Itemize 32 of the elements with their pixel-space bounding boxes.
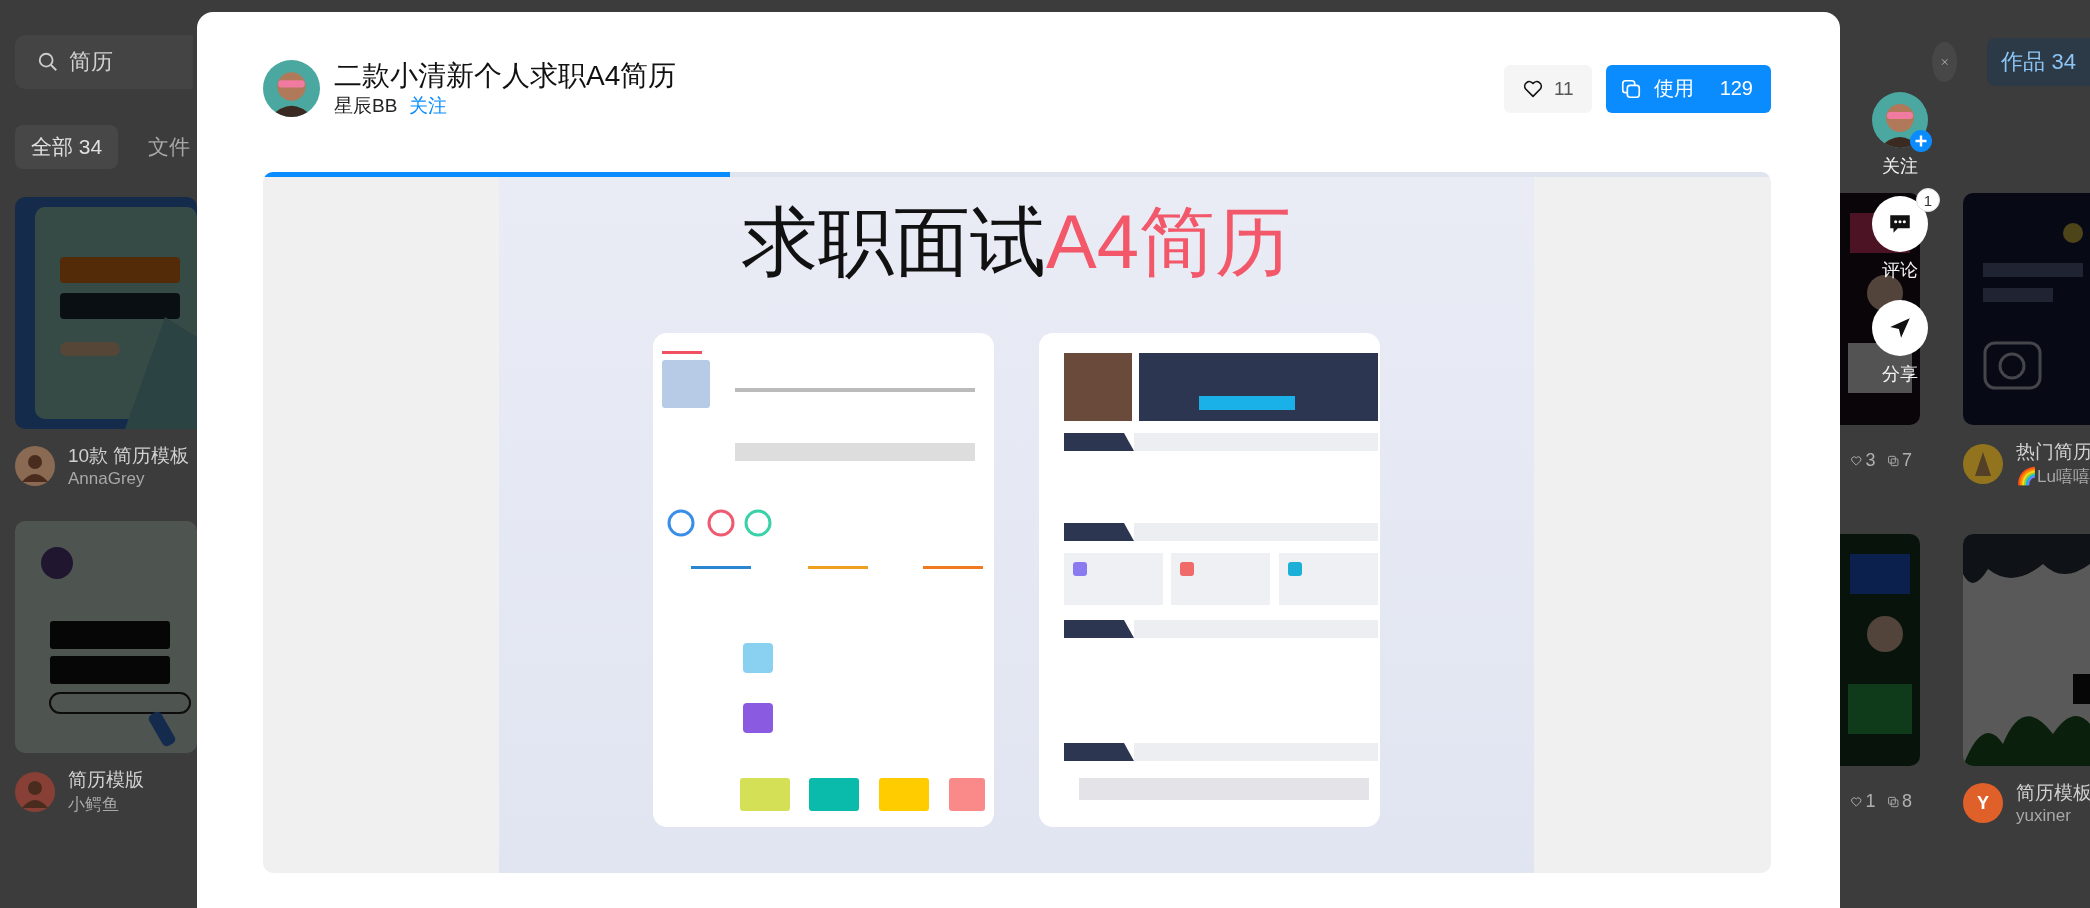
card-author[interactable]: yuxiner: [2016, 806, 2090, 826]
preview-headline: 求职面试A4简历: [742, 198, 1291, 286]
like-count: 1: [1865, 791, 1876, 812]
card-author[interactable]: 🌈Lu嘻嘻: [2016, 465, 2090, 488]
copy-count: 8: [1902, 791, 1912, 812]
comment-label[interactable]: 评论: [1882, 258, 1918, 282]
follow-label[interactable]: 关注: [1882, 154, 1918, 178]
avatar: [263, 60, 320, 117]
avatar: [1963, 443, 2003, 484]
work-title: 二款小清新个人求职A4简历: [334, 58, 678, 93]
avatar: Y: [1963, 783, 2003, 823]
copy-count: 7: [1902, 450, 1912, 471]
search-icon: [37, 51, 59, 73]
like-button[interactable]: 11: [1503, 64, 1592, 113]
filter-tab[interactable]: 全部 34: [15, 125, 119, 169]
works-tab[interactable]: 作品 34: [1987, 38, 2090, 86]
card-title[interactable]: 10款 简历模板: [68, 443, 190, 469]
like-count: 3: [1865, 450, 1876, 471]
plus-icon[interactable]: [1910, 130, 1932, 152]
card-author[interactable]: 小鳄鱼: [68, 793, 144, 816]
search-field[interactable]: 简历: [15, 35, 193, 89]
avatar: [15, 446, 55, 486]
card-title[interactable]: 简历模版: [68, 767, 144, 793]
follow-link[interactable]: 关注: [409, 92, 448, 119]
author-name[interactable]: 星辰BB: [334, 92, 398, 119]
comment-count-badge: 1: [1916, 188, 1940, 212]
filter-tab[interactable]: 文件: [136, 125, 203, 169]
share-label[interactable]: 分享: [1882, 362, 1918, 386]
card-author[interactable]: AnnaGrey: [68, 469, 190, 489]
copy-icon: [1619, 77, 1642, 100]
avatar: [15, 771, 55, 812]
avatar[interactable]: [1872, 92, 1928, 148]
